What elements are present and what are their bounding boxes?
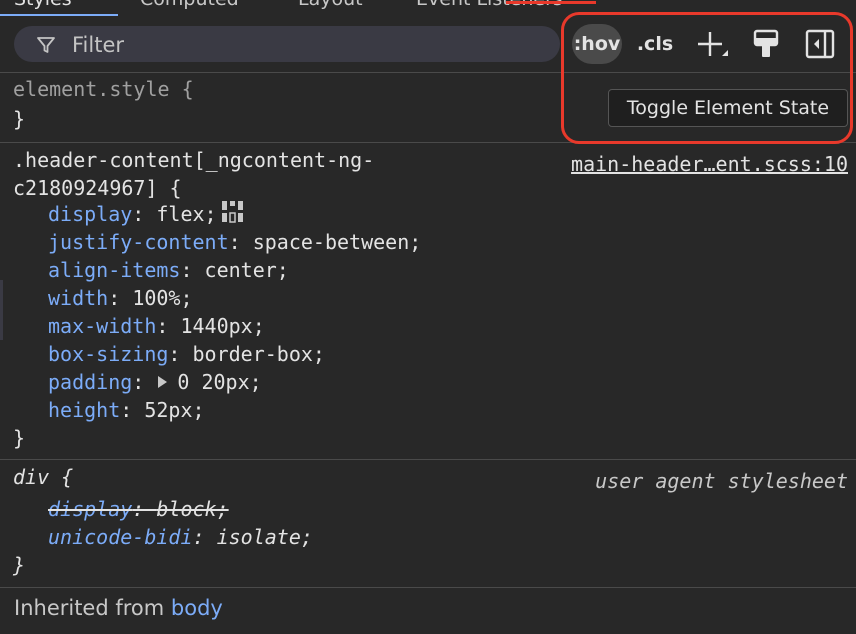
property-name[interactable]: width <box>48 286 108 310</box>
expand-triangle-icon[interactable] <box>158 376 168 388</box>
inherited-label: Inherited from <box>14 596 171 620</box>
property-name: unicode-bidi <box>48 525 193 549</box>
rule-close-brace: } <box>13 553 26 577</box>
tab-computed[interactable]: Computed <box>140 0 239 10</box>
declaration[interactable]: padding: 0 20px; <box>48 368 262 396</box>
declaration[interactable]: max-width: 1440px; <box>48 312 265 340</box>
property-value: block; <box>156 497 229 521</box>
rule-selector: .header-content[_ngcontent-ng- <box>13 148 375 172</box>
property-name[interactable]: display <box>48 202 132 226</box>
rule-header-content: .header-content[_ngcontent-ng- c21809249… <box>0 143 856 460</box>
overridden-declaration: display: block; <box>48 497 229 521</box>
property-value[interactable]: 1440px; <box>180 314 264 338</box>
property-name[interactable]: box-sizing <box>48 342 168 366</box>
rule-selector: div { <box>13 465 74 489</box>
property-name[interactable]: height <box>48 398 120 422</box>
rule-div-user-agent: div { user agent stylesheet display: blo… <box>0 460 856 588</box>
rule-selector: element.style { <box>13 77 194 101</box>
property-value[interactable]: 52px; <box>144 398 204 422</box>
panel-tabs: Styles Computed Layout Event Listeners <box>0 0 856 16</box>
declaration[interactable]: align-items: center; <box>48 256 289 284</box>
inherited-element-link[interactable]: body <box>171 596 223 620</box>
property-value[interactable]: space-between; <box>253 230 422 254</box>
declaration[interactable]: width: 100%; <box>48 284 193 312</box>
property-value[interactable]: flex; <box>156 202 216 226</box>
inherited-section-header: Inherited from body <box>0 588 856 634</box>
property-name[interactable]: justify-content <box>48 230 229 254</box>
property-name[interactable]: padding <box>48 370 132 394</box>
property-name[interactable]: align-items <box>48 258 180 282</box>
filter-icon <box>36 35 56 59</box>
filter-box[interactable] <box>14 26 560 64</box>
toggle-sidebar-icon[interactable] <box>804 28 836 60</box>
rule-element-style[interactable]: element.style { } <box>0 73 856 143</box>
paintbrush-icon[interactable] <box>750 28 782 60</box>
property-name[interactable]: max-width <box>48 314 156 338</box>
flexbox-editor-icon[interactable] <box>221 200 249 231</box>
property-value[interactable]: 0 20px; <box>177 370 261 394</box>
toggle-element-state-button[interactable]: :hov <box>572 24 622 64</box>
rule-close-brace: } <box>13 426 26 450</box>
scrollbar[interactable] <box>0 280 3 340</box>
rule-selector-continued: c2180924967] { <box>13 176 182 200</box>
declaration[interactable]: display: flex; <box>48 200 249 231</box>
filter-input[interactable] <box>70 26 554 64</box>
new-style-rule-icon[interactable] <box>694 28 728 60</box>
declaration[interactable]: box-sizing: border-box; <box>48 340 325 368</box>
annotation-stroke <box>506 1 596 4</box>
property-value: isolate; <box>216 525 313 549</box>
property-value[interactable]: 100%; <box>132 286 192 310</box>
tab-layout[interactable]: Layout <box>298 0 363 10</box>
user-agent-stylesheet-label: user agent stylesheet <box>595 469 848 493</box>
property-value[interactable]: border-box; <box>193 342 325 366</box>
declaration: unicode-bidi: isolate; <box>48 525 313 549</box>
tab-styles[interactable]: Styles <box>14 0 72 10</box>
declaration[interactable]: justify-content: space-between; <box>48 228 421 256</box>
declaration[interactable]: height: 52px; <box>48 396 205 424</box>
source-link[interactable]: main-header…ent.scss:10 <box>571 150 848 178</box>
styles-toolbar: :hov .cls <box>0 16 856 73</box>
property-value[interactable]: center; <box>205 258 289 282</box>
property-name: display <box>48 497 133 521</box>
rule-close-brace: } <box>13 107 26 131</box>
element-classes-button[interactable]: .cls <box>632 24 678 64</box>
